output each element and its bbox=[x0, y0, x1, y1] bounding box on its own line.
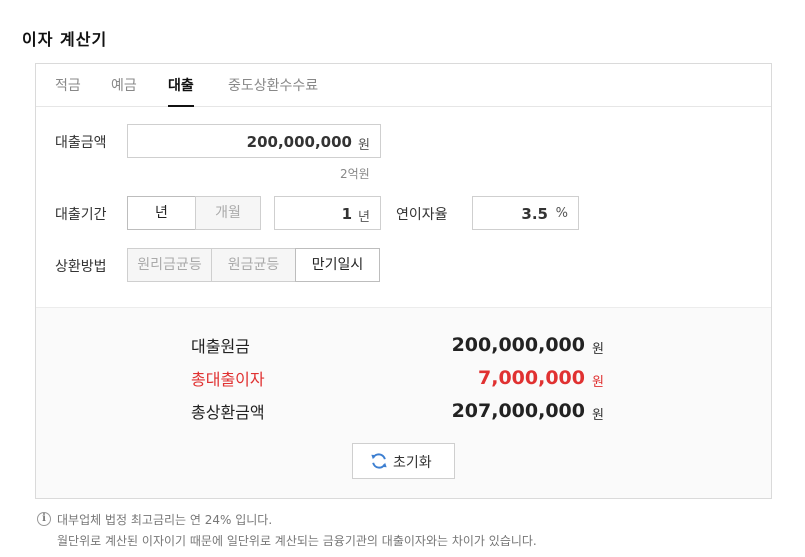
period-unit-month-button[interactable]: 개월 bbox=[195, 196, 261, 230]
page-title: 이자 계산기 bbox=[22, 30, 108, 49]
method-equal-principal-button[interactable]: 원금균등 bbox=[211, 248, 296, 282]
note-max-rate: 대부업체 법정 최고금리는 연 24% 입니다. bbox=[57, 513, 273, 527]
loan-amount-value: 200,000,000 bbox=[246, 133, 352, 151]
total-interest-value: 7,000,000 bbox=[478, 367, 585, 389]
tab-early-repayment-fee[interactable]: 중도상환수수료 bbox=[228, 75, 318, 107]
period-unit-year-button[interactable]: 년 bbox=[127, 196, 196, 230]
loan-amount-label: 대출금액 bbox=[55, 135, 107, 151]
info-icon: i bbox=[37, 512, 51, 526]
reset-button-label: 초기화 bbox=[393, 455, 432, 471]
loan-period-unit: 년 bbox=[358, 210, 370, 225]
total-repayment-unit: 원 bbox=[592, 408, 604, 423]
tab-loan[interactable]: 대출 bbox=[168, 75, 194, 107]
calculator-panel: 적금 예금 대출 중도상환수수료 대출금액 200,000,000 원 2억원 … bbox=[35, 63, 772, 499]
result-section: 대출원금 200,000,000 원 총대출이자 7,000,000 원 총상환… bbox=[36, 307, 771, 498]
principal-label: 대출원금 bbox=[191, 337, 250, 356]
interest-rate-input[interactable]: 3.5 % bbox=[472, 196, 579, 230]
total-repayment-value: 207,000,000 bbox=[451, 400, 585, 422]
reset-button[interactable]: 초기화 bbox=[352, 443, 455, 479]
total-interest-label: 총대출이자 bbox=[191, 370, 265, 389]
method-bullet-button[interactable]: 만기일시 bbox=[295, 248, 380, 282]
refresh-icon bbox=[371, 453, 387, 469]
repayment-method-label: 상환방법 bbox=[55, 259, 107, 275]
method-equal-installment-button[interactable]: 원리금균등 bbox=[127, 248, 212, 282]
loan-period-label: 대출기간 bbox=[55, 207, 107, 223]
loan-period-value: 1 bbox=[341, 205, 352, 223]
tab-deposit[interactable]: 예금 bbox=[111, 75, 137, 107]
loan-amount-hint: 2억원 bbox=[340, 167, 370, 181]
interest-rate-label: 연이자율 bbox=[396, 207, 448, 223]
total-repayment-label: 총상환금액 bbox=[191, 403, 265, 422]
loan-period-input[interactable]: 1 년 bbox=[274, 196, 381, 230]
total-interest-unit: 원 bbox=[592, 375, 604, 390]
interest-rate-unit: % bbox=[555, 206, 568, 221]
interest-rate-value: 3.5 bbox=[521, 205, 548, 223]
tab-savings[interactable]: 적금 bbox=[55, 75, 81, 107]
loan-amount-unit: 원 bbox=[358, 138, 370, 153]
tab-bar: 적금 예금 대출 중도상환수수료 bbox=[36, 64, 771, 107]
loan-amount-input[interactable]: 200,000,000 원 bbox=[127, 124, 381, 158]
note-monthly-calc: 월단위로 계산된 이자이기 때문에 일단위로 계산되는 금융기관의 대출이자와는… bbox=[57, 534, 537, 548]
principal-unit: 원 bbox=[592, 342, 604, 357]
principal-value: 200,000,000 bbox=[451, 334, 585, 356]
